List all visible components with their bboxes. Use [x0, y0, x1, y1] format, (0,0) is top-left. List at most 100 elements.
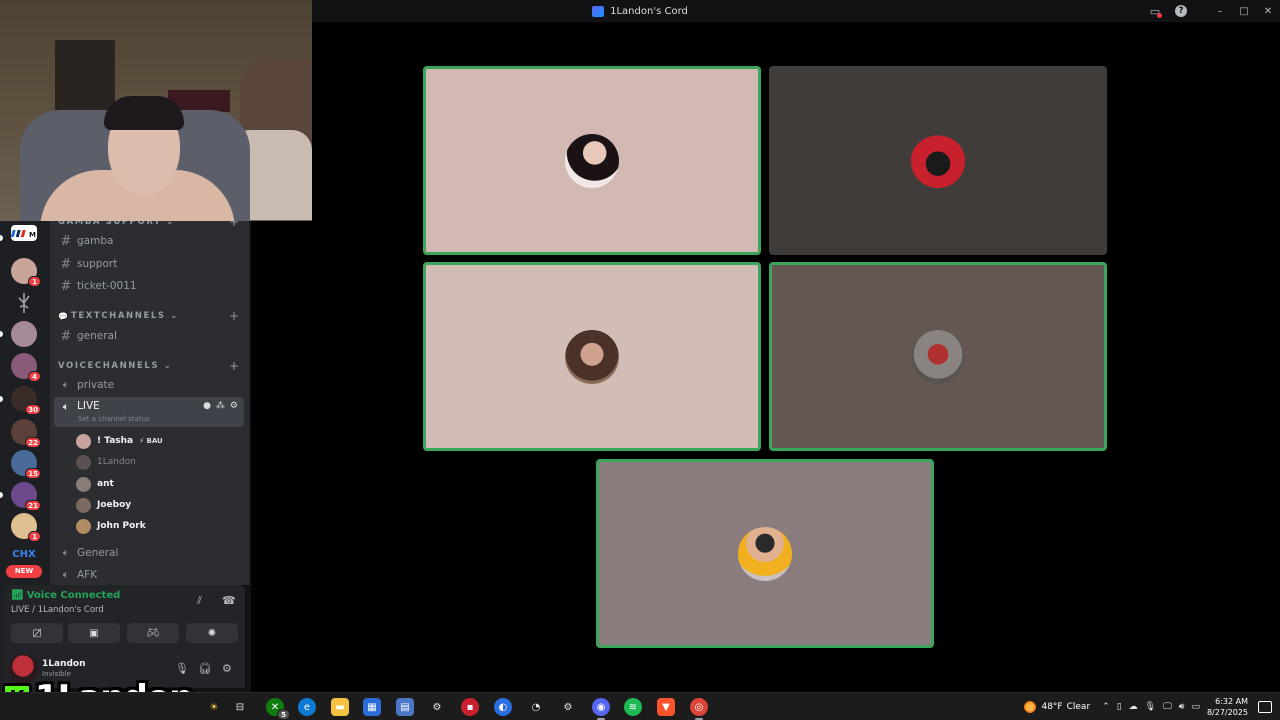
spotify-icon[interactable]: ≋ [624, 698, 642, 716]
server-icon-2[interactable]: 1 [11, 258, 41, 287]
activities-button[interactable]: 🎮︎ [127, 623, 179, 643]
channel-ticket[interactable]: # ticket-0011 [54, 275, 244, 297]
microphone-icon[interactable]: 🎙︎ [175, 662, 189, 675]
chat-icon[interactable]: ● [203, 401, 211, 411]
app-icon-red[interactable]: ▪ [461, 698, 479, 716]
voice-user[interactable]: ! Tasha ⚡ BAU [76, 431, 236, 451]
invite-icon[interactable]: ⁂ [216, 401, 225, 411]
store-icon[interactable]: ▦ [363, 698, 381, 716]
microphone-icon[interactable]: 🎙︎ [1145, 702, 1156, 712]
server-icon-4[interactable] [11, 321, 37, 347]
participant-tile[interactable] [769, 66, 1107, 255]
channel-gamba[interactable]: # gamba [54, 230, 244, 252]
avatar [565, 329, 619, 384]
maximize-button[interactable]: □ [1232, 0, 1256, 22]
add-channel-icon[interactable]: + [229, 359, 239, 373]
cloud-icon[interactable]: ☁ [1129, 702, 1138, 712]
window-title-text: 1Landon's Cord [610, 5, 688, 17]
edge-icon[interactable]: e [298, 698, 316, 716]
minimize-button[interactable]: – [1208, 0, 1232, 22]
calculator-icon[interactable]: ▤ [396, 698, 414, 716]
voice-location[interactable]: LIVE / 1Landon's Cord [11, 605, 104, 615]
battery-icon[interactable]: ▭ [1191, 702, 1200, 712]
weather-text: Clear [1066, 702, 1091, 712]
gear-icon[interactable]: ⚙ [222, 662, 232, 675]
disconnect-icon[interactable]: ☎︎ [222, 594, 236, 607]
server-icon-chx[interactable]: CHX [11, 549, 37, 563]
mention-badge: 22 [25, 437, 41, 448]
category-text-channels[interactable]: 💬 TEXTCHANNELS ⌄ + [58, 309, 243, 323]
noise-suppression-icon[interactable]: ⫽ [197, 594, 202, 608]
server-icon-10[interactable]: 1 [11, 513, 41, 542]
voice-user-name: Joeboy [97, 500, 132, 510]
device-icon[interactable]: ▯ [1117, 702, 1122, 712]
discord-window: 1Landon's Cord ▭ ? – □ ✕ M 1 4 30 22 15 … [0, 0, 1280, 720]
mention-badge: 4 [28, 371, 41, 382]
chat-bubble-icon: 💬 [58, 311, 68, 321]
help-icon[interactable]: ? [1168, 0, 1194, 22]
network-icon[interactable]: 🖵︎ [1163, 702, 1172, 712]
screen-share-button[interactable]: ▣ [68, 623, 120, 643]
channel-general-voice[interactable]: 🔈︎ General [54, 542, 244, 564]
participant-tile[interactable] [423, 262, 761, 451]
inbox-icon[interactable]: ▭ [1142, 0, 1168, 22]
settings-icon[interactable]: ⚙ [428, 698, 446, 716]
file-explorer-icon[interactable]: ▬ [331, 698, 349, 716]
channel-live[interactable]: 🔈︎ LIVE Set a channel status ● ⁂ ⚙ [54, 397, 244, 427]
clock[interactable]: 6:32 AM 8/27/2025 [1207, 696, 1248, 718]
brave-icon[interactable]: ▼ [657, 698, 675, 716]
channel-support[interactable]: # support [54, 253, 244, 275]
sun-widget-icon[interactable]: ☀ [205, 698, 223, 716]
steam-icon[interactable]: ⚙ [559, 698, 577, 716]
channel-afk[interactable]: 🔈︎ AFK [54, 564, 244, 586]
notification-center-icon[interactable] [1258, 701, 1272, 713]
server-icon-7[interactable]: 22 [11, 419, 41, 448]
gear-icon[interactable]: ⚙ [230, 401, 238, 411]
server-icon-5[interactable]: 4 [11, 353, 41, 382]
unread-pill [0, 492, 3, 498]
server-icon-9[interactable]: 21 [11, 482, 41, 511]
add-channel-icon[interactable]: + [229, 309, 239, 323]
server-icon-bmw[interactable]: M [10, 225, 37, 241]
weather-widget[interactable]: 48°F Clear [1023, 700, 1090, 714]
voice-user-name: 1Landon [97, 457, 136, 467]
voice-panel: 📶︎ Voice Connected LIVE / 1Landon's Cord… [4, 585, 245, 650]
server-icon-3[interactable] [11, 290, 37, 316]
app-icon-blue[interactable]: ◐ [494, 698, 512, 716]
gamepad-icon: 🎮︎ [146, 627, 160, 639]
close-button[interactable]: ✕ [1256, 0, 1280, 22]
soundboard-button[interactable]: ✺ [186, 623, 238, 643]
server-icon-8[interactable]: 15 [11, 450, 41, 479]
participant-tile[interactable] [423, 66, 761, 255]
discord-taskbar-icon[interactable]: ◉ [592, 698, 610, 720]
camera-button[interactable]: ▢̸ [11, 623, 63, 643]
avatar [911, 329, 965, 384]
avatar [76, 497, 91, 513]
headphones-icon[interactable]: 🎧︎ [198, 662, 212, 675]
volume-icon[interactable]: 🔊︎ [1179, 702, 1185, 712]
username[interactable]: 1Landon [42, 659, 86, 669]
channel-general-text[interactable]: # general [54, 325, 244, 347]
webcam-person-hair [104, 96, 184, 130]
xbox-icon[interactable]: ✕ 5 [266, 698, 290, 720]
participant-tile[interactable] [596, 459, 934, 648]
user-tag: ⚡ BAU [139, 437, 163, 445]
system-tray: 48°F Clear ⌃ ▯ ☁ 🎙︎ 🖵︎ 🔊︎ ▭ 6:32 AM 8/27… [1023, 693, 1280, 720]
category-voice-channels[interactable]: VOICECHANNELS ⌄ + [58, 359, 243, 373]
voice-user[interactable]: John Pork [76, 516, 236, 536]
avatar [76, 454, 91, 470]
window-controls: ▭ ? – □ ✕ [1142, 0, 1280, 22]
task-view-icon[interactable]: ⊟ [231, 698, 249, 716]
voice-user-name: ! Tasha [97, 436, 134, 446]
channel-status[interactable]: Set a channel status [78, 415, 150, 423]
voice-user[interactable]: 1Landon [76, 452, 236, 472]
speedometer-icon[interactable]: ◔ [527, 698, 545, 716]
channel-private[interactable]: 🔈︎ private [54, 374, 244, 396]
chrome-icon[interactable]: ◎ [690, 698, 708, 720]
voice-user[interactable]: ant [76, 474, 236, 494]
voice-user[interactable]: Joeboy [76, 495, 236, 515]
participant-tile[interactable] [769, 262, 1107, 451]
server-icon-6[interactable]: 30 [11, 386, 41, 415]
chevron-up-icon[interactable]: ⌃ [1102, 702, 1110, 712]
channel-label: private [77, 379, 115, 391]
